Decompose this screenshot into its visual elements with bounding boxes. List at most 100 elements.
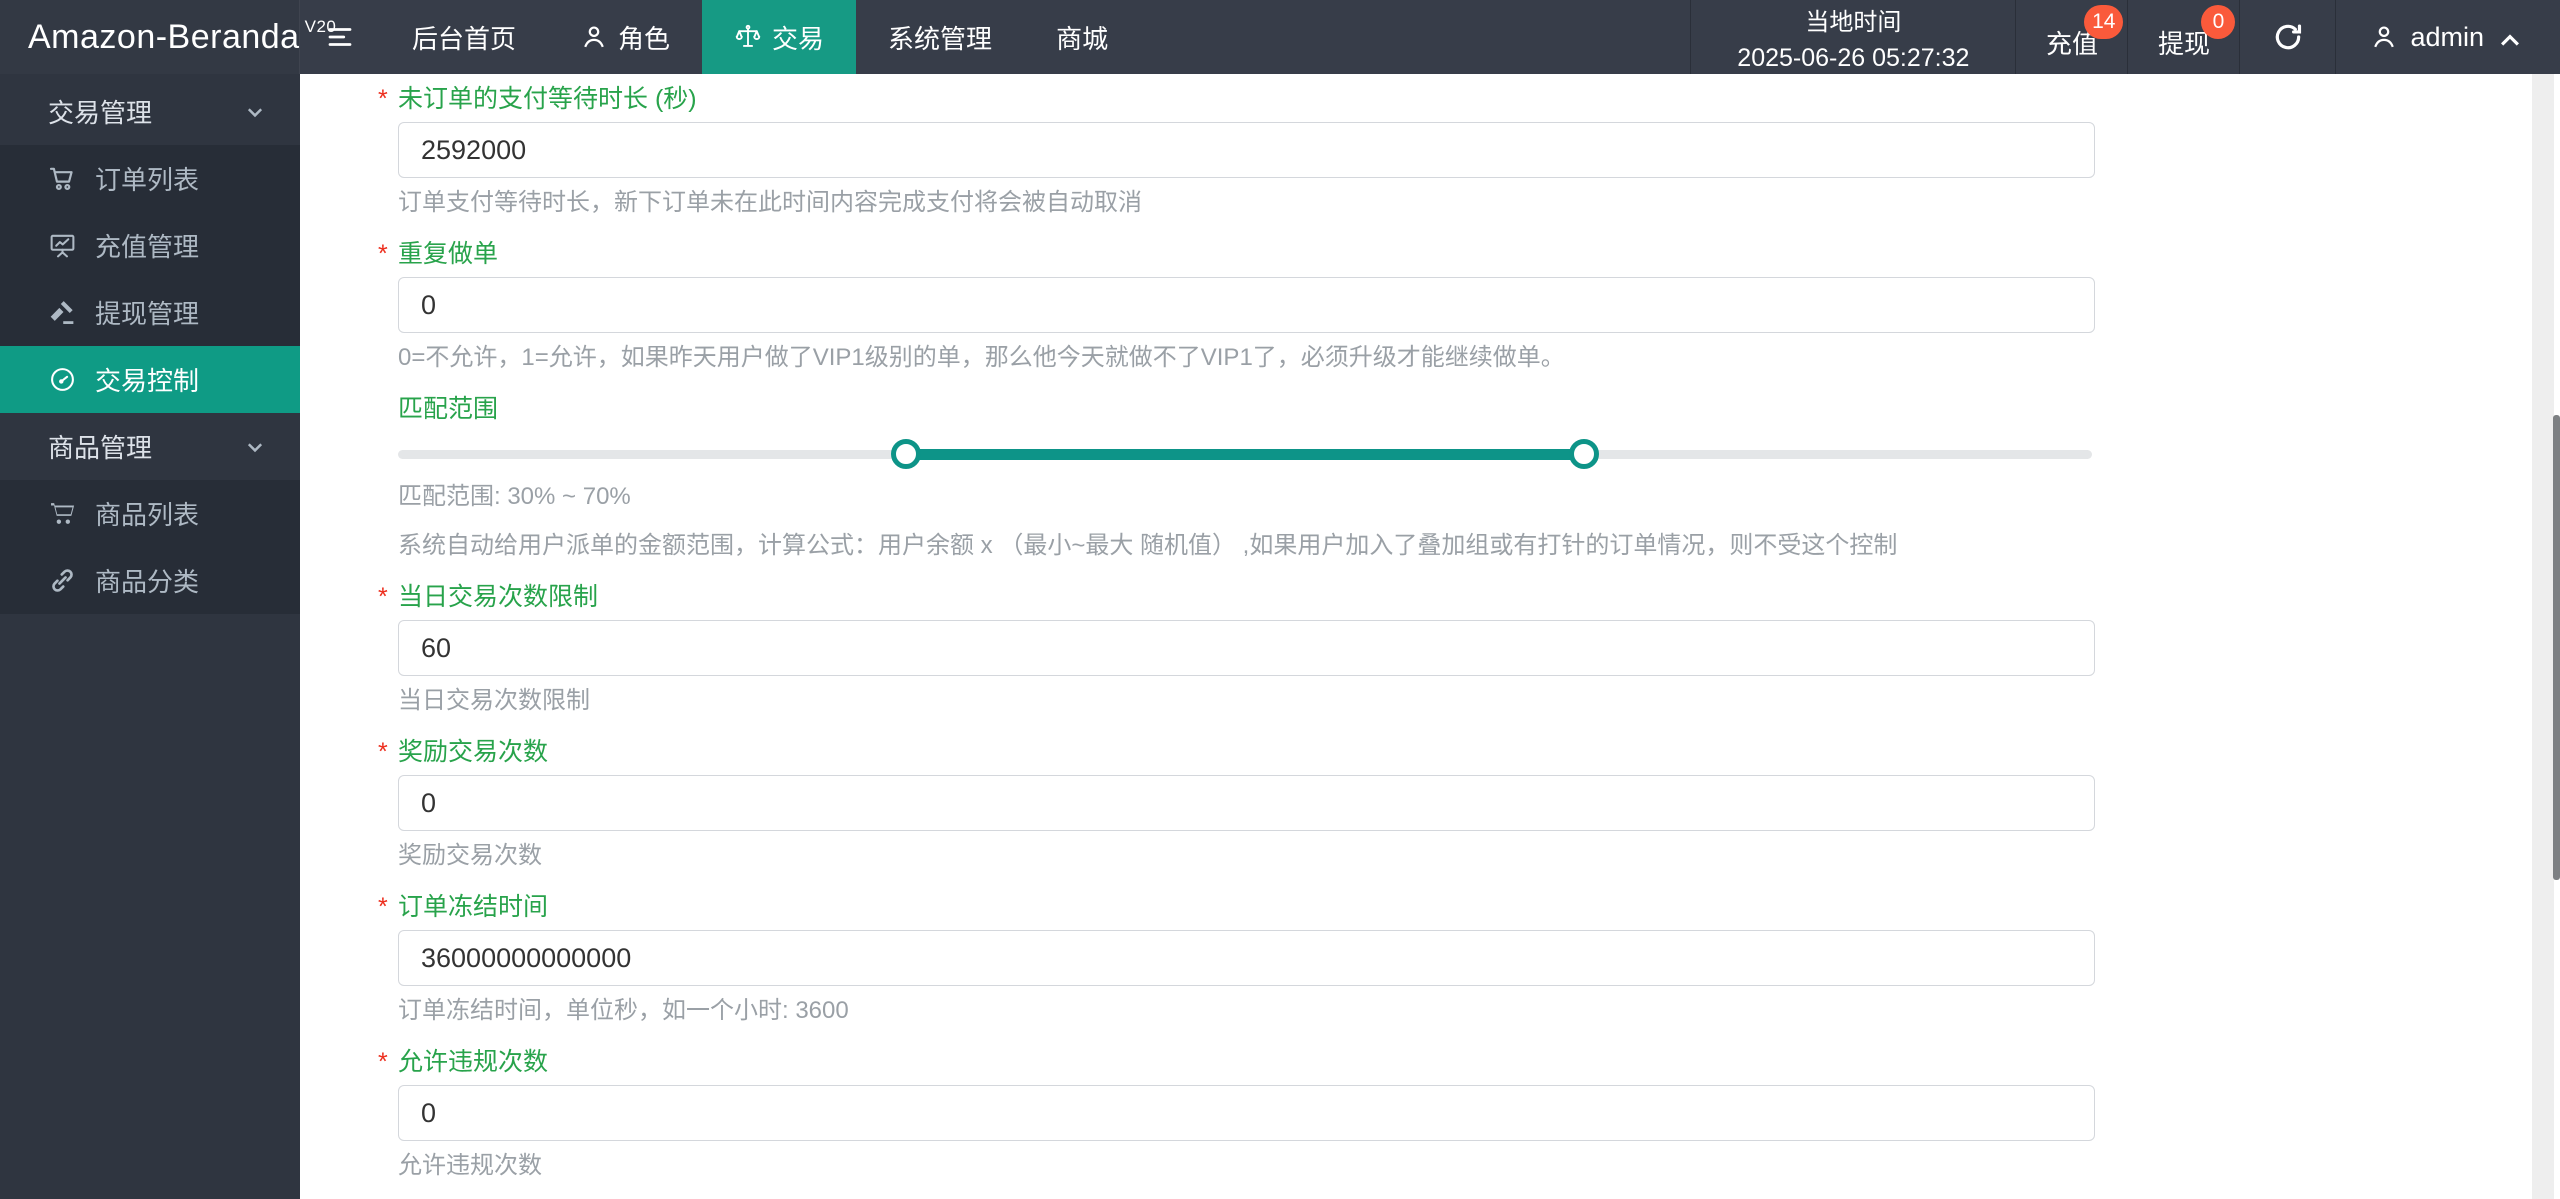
nav-item-system[interactable]: 系统管理 <box>856 0 1024 74</box>
trade-control-form: * 未订单的支付等待时长 (秒) 订单支付等待时长，新下订单未在此时间内容完成支… <box>300 74 2095 1178</box>
top-nav: 后台首页 角色 交易 系统管理 商城 <box>380 0 1140 74</box>
gauge-icon <box>48 365 77 394</box>
app-version: V20 <box>304 17 337 36</box>
required-asterisk: * <box>378 240 388 268</box>
match-range-slider[interactable] <box>398 436 2092 472</box>
field-label-text: 重复做单 <box>398 240 499 268</box>
sidebar: 交易管理 订单列表 充值管理 提现管理 交易控制 商品管理 商品列表 商品分类 <box>0 74 300 1199</box>
pay-wait-time-input[interactable] <box>398 122 2095 178</box>
sidebar-item-label: 交易控制 <box>95 366 200 396</box>
repeat-order-input[interactable] <box>398 277 2095 333</box>
sidebar-item-trade-control[interactable]: 交易控制 <box>0 346 300 413</box>
window-scrollbar-thumb[interactable] <box>2553 415 2560 880</box>
local-time-block: 当地时间 2025-06-26 05:27:32 <box>1690 0 2015 74</box>
daily-trade-limit-input[interactable] <box>398 620 2095 676</box>
local-time-label: 当地时间 <box>1805 8 1902 36</box>
field-helper: 订单冻结时间，单位秒，如一个小时: 3600 <box>398 997 849 1024</box>
field-label-text: 奖励交易次数 <box>398 738 549 766</box>
field-label-text: 匹配范围 <box>398 395 499 423</box>
field-helper-formula: 系统自动给用户派单的金额范围，计算公式：用户余额 x （最小~最大 随机值） ,… <box>398 532 1898 559</box>
board-chart-icon <box>48 231 77 260</box>
nav-item-roles[interactable]: 角色 <box>548 0 702 74</box>
required-asterisk: * <box>378 583 388 611</box>
sidebar-item-order-list[interactable]: 订单列表 <box>0 145 300 212</box>
sidebar-group-label: 交易管理 <box>48 98 153 128</box>
sidebar-toggle-button[interactable] <box>300 0 380 74</box>
nav-item-label: 角色 <box>618 23 671 54</box>
refresh-button[interactable] <box>2239 0 2335 74</box>
content-scrollbar-track[interactable] <box>2532 74 2554 1199</box>
sidebar-item-label: 充值管理 <box>95 232 200 262</box>
sidebar-item-recharge-management[interactable]: 充值管理 <box>0 212 300 279</box>
gavel-icon <box>48 298 77 327</box>
sidebar-item-label: 商品列表 <box>95 500 200 530</box>
cart-icon <box>48 499 77 528</box>
sidebar-item-label: 提现管理 <box>95 299 200 329</box>
slider-fill <box>906 449 1584 460</box>
field-label: * 当日交易次数限制 <box>378 584 2095 610</box>
allowed-violations-input[interactable] <box>398 1085 2095 1141</box>
form-field-reward-trade-count: * 奖励交易次数 奖励交易次数 <box>378 739 2095 869</box>
required-asterisk: * <box>378 1048 388 1076</box>
order-freeze-time-input[interactable] <box>398 930 2095 986</box>
user-icon <box>580 23 608 51</box>
field-label-text: 允许违规次数 <box>398 1048 549 1076</box>
scales-icon <box>734 23 762 51</box>
slider-handle-max[interactable] <box>1568 439 1599 469</box>
field-label: * 重复做单 <box>378 241 2095 267</box>
chevron-up-icon <box>2496 27 2519 47</box>
nav-item-label: 后台首页 <box>412 23 517 54</box>
field-helper: 允许违规次数 <box>398 1152 542 1179</box>
field-label: * 奖励交易次数 <box>378 739 2095 765</box>
local-time-value: 2025-06-26 05:27:32 <box>1737 43 1970 72</box>
username: admin <box>2410 21 2484 52</box>
cart-icon <box>48 164 77 193</box>
withdraw-badge: 0 <box>2201 5 2236 39</box>
nav-item-label: 交易 <box>772 23 825 54</box>
recharge-button[interactable]: 充值 14 <box>2015 0 2127 74</box>
field-helper: 当日交易次数限制 <box>398 687 590 714</box>
refresh-icon <box>2272 21 2304 53</box>
nav-item-dashboard[interactable]: 后台首页 <box>380 0 548 74</box>
sidebar-submenu-trade: 订单列表 充值管理 提现管理 交易控制 <box>0 145 300 413</box>
sidebar-group-label: 商品管理 <box>48 433 153 463</box>
field-label: * 订单冻结时间 <box>378 894 2095 920</box>
nav-item-label: 商城 <box>1056 23 1109 54</box>
chevron-down-icon <box>244 101 266 123</box>
reward-trade-count-input[interactable] <box>398 775 2095 831</box>
link-icon <box>48 566 77 595</box>
form-field-pay-wait-time: * 未订单的支付等待时长 (秒) 订单支付等待时长，新下订单未在此时间内容完成支… <box>378 86 2095 216</box>
user-menu[interactable]: admin <box>2335 0 2560 74</box>
sidebar-group-trade-management[interactable]: 交易管理 <box>0 78 300 145</box>
field-helper: 匹配范围: 30% ~ 70% <box>398 483 631 510</box>
sidebar-item-withdraw-management[interactable]: 提现管理 <box>0 279 300 346</box>
nav-item-trade[interactable]: 交易 <box>702 0 857 74</box>
required-asterisk: * <box>378 738 388 766</box>
field-helper: 0=不允许，1=允许，如果昨天用户做了VIP1级别的单，那么他今天就做不了VIP… <box>398 344 1565 371</box>
sidebar-item-label: 商品分类 <box>95 567 200 597</box>
field-helper: 奖励交易次数 <box>398 842 542 869</box>
form-field-order-freeze-time: * 订单冻结时间 订单冻结时间，单位秒，如一个小时: 3600 <box>378 894 2095 1024</box>
nav-item-mall[interactable]: 商城 <box>1024 0 1140 74</box>
sidebar-item-product-list[interactable]: 商品列表 <box>0 480 300 547</box>
required-asterisk: * <box>378 893 388 921</box>
sidebar-item-label: 订单列表 <box>95 165 200 195</box>
field-label: 匹配范围 <box>398 396 2095 422</box>
chevron-down-icon <box>244 436 266 458</box>
app-title: Amazon-Beranda <box>28 17 300 56</box>
slider-handle-min[interactable] <box>891 439 922 469</box>
form-field-match-range: 匹配范围 匹配范围: 30% ~ 70% 系统自动给用户派单的金额范围，计算公式… <box>398 396 2095 558</box>
recharge-badge: 14 <box>2084 5 2124 39</box>
field-helper: 订单支付等待时长，新下订单未在此时间内容完成支付将会被自动取消 <box>398 189 1142 216</box>
withdraw-button[interactable]: 提现 0 <box>2127 0 2239 74</box>
field-label: * 允许违规次数 <box>378 1049 2095 1075</box>
app-logo[interactable]: Amazon-Beranda V20 <box>0 0 336 74</box>
sidebar-group-product-management[interactable]: 商品管理 <box>0 413 300 480</box>
field-label: * 未订单的支付等待时长 (秒) <box>378 86 2095 112</box>
required-asterisk: * <box>378 85 388 113</box>
form-field-allowed-violations: * 允许违规次数 允许违规次数 <box>378 1049 2095 1179</box>
field-label-text: 当日交易次数限制 <box>398 583 599 611</box>
sidebar-item-product-category[interactable]: 商品分类 <box>0 547 300 614</box>
form-field-repeat-order: * 重复做单 0=不允许，1=允许，如果昨天用户做了VIP1级别的单，那么他今天… <box>378 241 2095 371</box>
nav-item-label: 系统管理 <box>888 23 993 54</box>
